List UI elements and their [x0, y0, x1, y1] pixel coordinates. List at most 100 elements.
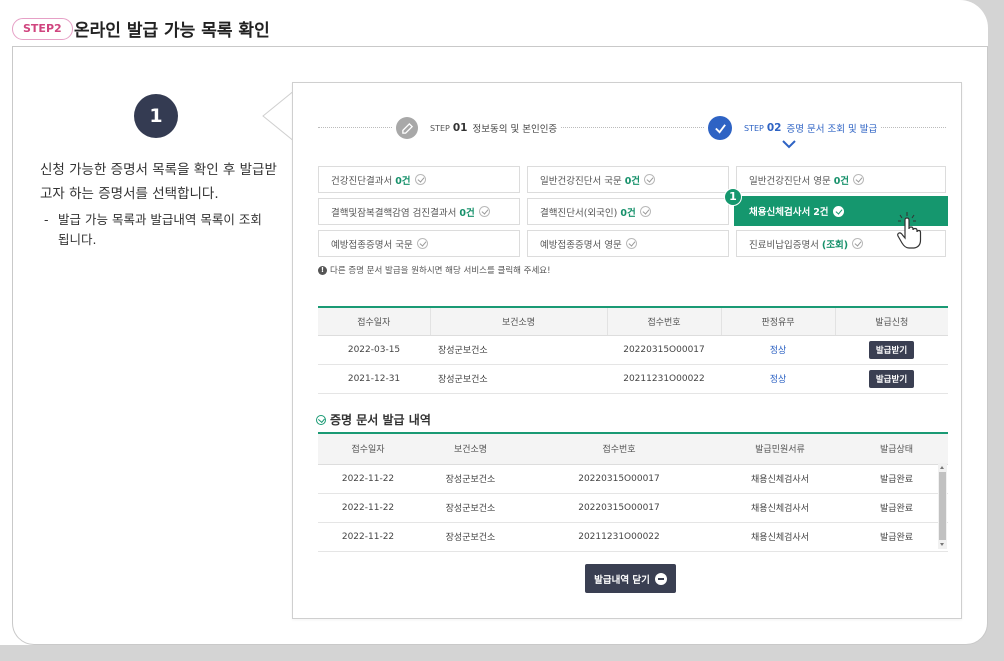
cell-center: 장성군보건소: [430, 335, 607, 365]
doc-count: 0건: [620, 207, 636, 219]
step-badge: STEP2: [12, 18, 73, 40]
scroll-down-icon[interactable]: [940, 543, 944, 546]
cell-receipt: 20211231O00022: [607, 364, 721, 394]
check-icon: [708, 116, 732, 140]
doc-label: 예방접종증명서 영문: [540, 239, 622, 251]
doc-vaccine-en[interactable]: 예방접종증명서 영문: [527, 230, 729, 257]
step-01-label: 정보동의 및 본인인증: [472, 124, 558, 135]
doc-label: 예방접종증명서 국문: [331, 239, 413, 251]
doc-count: 0건: [395, 175, 411, 187]
doc-count: 0건: [624, 175, 641, 187]
cell-center: 장성군보건소: [418, 522, 523, 552]
col-header: 보건소명: [430, 307, 608, 336]
cell-center: 장성군보건소: [418, 464, 523, 494]
history-table: 접수일자 보건소명 접수번호 발급민원서류 발급상태 2022-11-22 장성…: [318, 434, 948, 552]
check-circle-icon: [316, 414, 326, 425]
doc-health-result[interactable]: 건강진단결과서 0건: [318, 166, 520, 193]
callout-pointer: [262, 90, 296, 142]
step-01-prefix: STEP: [430, 123, 450, 133]
doc-label: 채용신체검사서: [749, 207, 811, 218]
issue-button[interactable]: 발급받기: [868, 369, 915, 388]
table-row: 2022-11-22 장성군보건소 20220315O00017 채용신체검사서…: [318, 464, 948, 494]
cell-status: 발급완료: [845, 493, 948, 523]
col-header: 발급신청: [835, 307, 948, 336]
cell-date: 2022-03-15: [318, 335, 430, 365]
check-circle-icon: [644, 174, 656, 185]
history-section-title: 증명 문서 발급 내역: [316, 411, 431, 428]
cell-date: 2022-11-22: [318, 464, 418, 494]
step-02-num: 02: [766, 122, 782, 134]
table-row: 2021-12-31 장성군보건소 20211231O00022 정상 발급받기: [318, 364, 948, 394]
cell-doc: 채용신체검사서: [715, 464, 845, 494]
step-01: STEP 01 정보동의 및 본인인증: [392, 116, 562, 140]
cell-result: 정상: [721, 335, 835, 365]
doc-label: 결핵및잠복결핵감염 검진결과서: [331, 207, 457, 219]
col-header: 접수일자: [318, 434, 418, 465]
check-circle-icon: [416, 238, 428, 249]
table-header-row: 접수일자 보건소명 접수번호 판정유무 발급신청: [318, 307, 948, 336]
cell-receipt: 20220315O00017: [607, 335, 721, 365]
doc-label: 일반건강진단서 국문: [540, 175, 622, 187]
check-circle-icon: [639, 206, 651, 217]
doc-count: 2건: [813, 207, 829, 218]
check-circle-icon: [414, 174, 426, 185]
step-01-num: 01: [452, 122, 468, 134]
cell-doc: 채용신체검사서: [715, 522, 845, 552]
check-circle-icon: [478, 206, 490, 217]
check-circle-icon: [853, 174, 865, 185]
guide-note-dash: -: [44, 212, 49, 227]
cell-doc: 채용신체검사서: [715, 493, 845, 523]
cell-action: 발급받기: [835, 335, 948, 365]
cell-date: 2022-11-22: [318, 522, 418, 552]
chevron-down-icon: [782, 140, 796, 149]
issue-button[interactable]: 발급받기: [868, 340, 915, 359]
check-circle-icon: [625, 238, 637, 249]
doc-general-en[interactable]: 일반건강진단서 영문 0건: [736, 166, 946, 193]
cell-receipt: 20220315O00017: [523, 493, 715, 523]
history-title: 증명 문서 발급 내역: [330, 413, 431, 427]
check-circle-icon: [852, 238, 864, 249]
col-header: 판정유무: [721, 307, 836, 336]
step-02: STEP 02 증명 문서 조회 및 발급: [704, 116, 882, 140]
cell-status: 발급완료: [845, 522, 948, 552]
notice: ! 다른 증명 문서 발급을 원하시면 해당 서비스를 클릭해 주세요!: [318, 264, 551, 276]
doc-label: 결핵진단서(외국인): [540, 207, 618, 219]
step-02-label: 증명 문서 조회 및 발급: [786, 124, 878, 135]
cell-receipt: 20220315O00017: [523, 464, 715, 494]
history-scrollbar[interactable]: [938, 463, 947, 549]
edit-icon: [396, 117, 418, 139]
doc-general-kr[interactable]: 일반건강진단서 국문 0건: [527, 166, 729, 193]
doc-tb-screening[interactable]: 결핵및잠복결핵감염 검진결과서 0건: [318, 198, 520, 225]
table-row: 2022-03-15 장성군보건소 20220315O00017 정상 발급받기: [318, 335, 948, 365]
minus-circle-icon: [654, 572, 667, 585]
cell-date: 2022-11-22: [318, 493, 418, 523]
info-icon: !: [318, 265, 327, 275]
scrollbar-thumb[interactable]: [939, 472, 946, 540]
notice-text: 다른 증명 문서 발급을 원하시면 해당 서비스를 클릭해 주세요!: [330, 266, 551, 276]
doc-lookup-link[interactable]: (조회): [822, 237, 848, 251]
cell-receipt: 20211231O00022: [523, 522, 715, 552]
step-02-prefix: STEP: [744, 123, 764, 133]
available-table: 접수일자 보건소명 접수번호 판정유무 발급신청 2022-03-15 장성군보…: [318, 306, 948, 394]
page-title: 온라인 발급 가능 목록 확인: [74, 21, 270, 41]
col-header: 발급상태: [845, 434, 948, 465]
guide-note-text: 발급 가능 목록과 발급내역 목록이 조회됩니다.: [58, 212, 262, 247]
scroll-up-icon[interactable]: [940, 466, 944, 469]
cell-center: 장성군보건소: [418, 493, 523, 523]
doc-count: 0건: [833, 175, 850, 187]
doc-tb-foreigner[interactable]: 결핵진단서(외국인) 0건: [527, 198, 729, 225]
table-header-row: 접수일자 보건소명 접수번호 발급민원서류 발급상태: [318, 434, 948, 465]
cell-action: 발급받기: [835, 364, 948, 394]
col-header: 접수번호: [607, 307, 722, 336]
guide-note: - 발급 가능 목록과 발급내역 목록이 조회됩니다.: [44, 210, 264, 250]
guide-step-number: 1: [134, 94, 178, 138]
doc-label: 건강진단결과서: [331, 175, 393, 187]
col-header: 접수일자: [318, 307, 431, 336]
cell-date: 2021-12-31: [318, 364, 430, 394]
doc-vaccine-kr[interactable]: 예방접종증명서 국문: [318, 230, 520, 257]
cell-result: 정상: [721, 364, 835, 394]
cell-center: 장성군보건소: [430, 364, 607, 394]
hand-cursor-icon: [897, 212, 922, 249]
close-history-button[interactable]: 발급내역 닫기: [585, 564, 676, 593]
col-header: 보건소명: [418, 434, 523, 465]
